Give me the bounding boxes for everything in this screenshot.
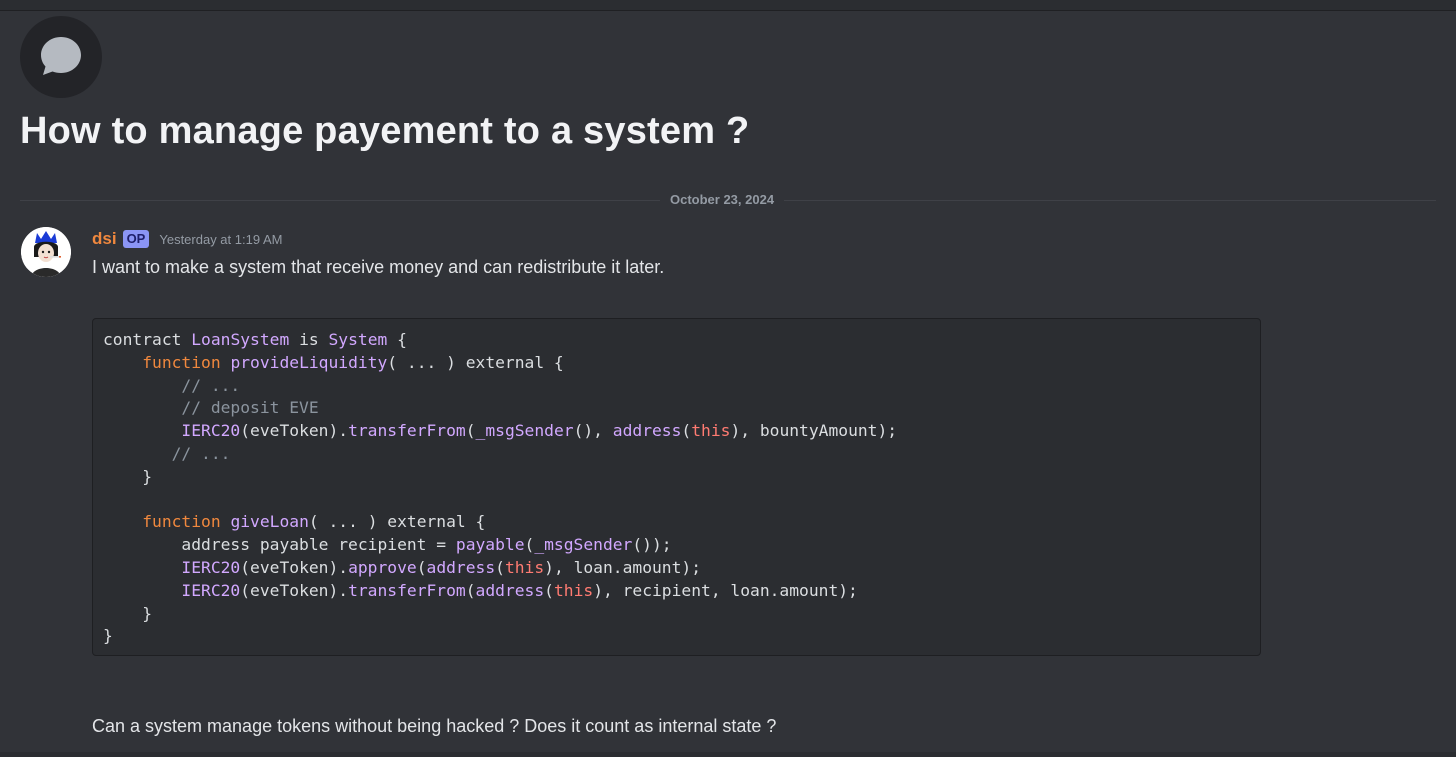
top-border <box>0 0 1456 11</box>
code-token: transferFrom <box>348 580 466 600</box>
code-line: address payable recipient = payable(_msg… <box>103 534 1250 557</box>
code-token: ()); <box>632 535 672 555</box>
code-token: LoanSystem <box>191 330 290 349</box>
code-token: System <box>328 330 388 349</box>
code-token: is <box>289 330 329 349</box>
code-token: ( <box>681 421 692 441</box>
code-token: ( <box>465 580 476 600</box>
code-token: contract <box>103 330 192 349</box>
code-token: ( <box>544 580 554 600</box>
code-token: (), <box>573 421 613 441</box>
code-token: ( <box>495 557 505 577</box>
code-line: function provideLiquidity( ... ) externa… <box>103 352 1250 375</box>
code-line: IERC20(eveToken).transferFrom(_msgSender… <box>103 420 1250 443</box>
code-line: // ... <box>103 375 1250 398</box>
code-token: // ... <box>181 375 241 395</box>
divider-date: October 23, 2024 <box>660 192 785 207</box>
code-token: (eveToken). <box>240 421 349 441</box>
op-badge: OP <box>122 230 150 248</box>
code-token: IERC20 <box>181 421 241 441</box>
bottom-border <box>0 752 1456 757</box>
message-header: dsi OP Yesterday at 1:19 AM <box>92 229 282 249</box>
author-username[interactable]: dsi <box>92 229 117 249</box>
code-token: giveLoan <box>230 512 309 532</box>
code-token: (eveToken). <box>240 580 349 600</box>
thread-title: How to manage payement to a system ? <box>20 110 750 152</box>
code-token: _msgSender <box>534 535 633 555</box>
code-token: ( <box>416 557 427 577</box>
code-token: // deposit EVE <box>181 398 319 418</box>
code-token: // ... <box>171 443 231 463</box>
code-token: address payable recipient = <box>103 535 456 555</box>
avatar-illustration <box>21 227 71 277</box>
code-token: ( ... ) external { <box>308 512 486 532</box>
message-text-question: Can a system manage tokens without being… <box>92 716 777 736</box>
code-token: this <box>691 421 731 441</box>
code-line: } <box>103 466 1250 489</box>
code-line: contract LoanSystem is System { <box>103 329 1250 352</box>
code-line: // ... <box>103 443 1250 466</box>
code-token: IERC20 <box>181 557 241 577</box>
code-line: IERC20(eveToken).transferFrom(address(th… <box>103 580 1250 603</box>
code-token: payable <box>455 535 525 555</box>
code-token: ), recipient, loan.amount); <box>593 580 858 600</box>
code-line: IERC20(eveToken).approve(address(this), … <box>103 557 1250 580</box>
message-timestamp: Yesterday at 1:19 AM <box>159 231 283 247</box>
code-line: // deposit EVE <box>103 397 1250 420</box>
code-token: ), loan.amount); <box>544 557 702 577</box>
code-token: approve <box>348 557 417 577</box>
code-token: } <box>103 626 113 646</box>
code-token: this <box>504 557 545 577</box>
code-token: ( ... ) external { <box>387 352 564 372</box>
code-token: IERC20 <box>181 580 241 600</box>
chat-bubble-icon <box>41 37 81 75</box>
code-token: function <box>142 512 221 532</box>
thread-icon-container <box>20 16 102 98</box>
code-token: } <box>103 466 153 486</box>
code-token: function <box>142 352 221 372</box>
code-token: (eveToken). <box>240 557 349 577</box>
code-token: ( <box>465 421 476 441</box>
code-token: address <box>426 557 496 577</box>
code-token: transferFrom <box>348 421 466 441</box>
message-text-intro: I want to make a system that receive mon… <box>92 257 665 277</box>
code-line: } <box>103 625 1250 648</box>
code-token: ), bountyAmount); <box>730 421 898 441</box>
code-block: contract LoanSystem is System { function… <box>92 318 1261 656</box>
code-token: } <box>103 603 153 623</box>
code-line: function giveLoan( ... ) external { <box>103 511 1250 534</box>
forum-thread-page: How to manage payement to a system ? Oct… <box>0 0 1456 757</box>
avatar[interactable] <box>21 227 71 277</box>
code-token: address <box>612 421 682 441</box>
code-token: _msgSender <box>475 421 574 441</box>
code-line: } <box>103 603 1250 626</box>
code-token: address <box>475 580 545 600</box>
code-token: ( <box>524 535 535 555</box>
code-token: provideLiquidity <box>230 352 388 372</box>
code-token: this <box>553 580 594 600</box>
code-token: { <box>387 330 407 349</box>
